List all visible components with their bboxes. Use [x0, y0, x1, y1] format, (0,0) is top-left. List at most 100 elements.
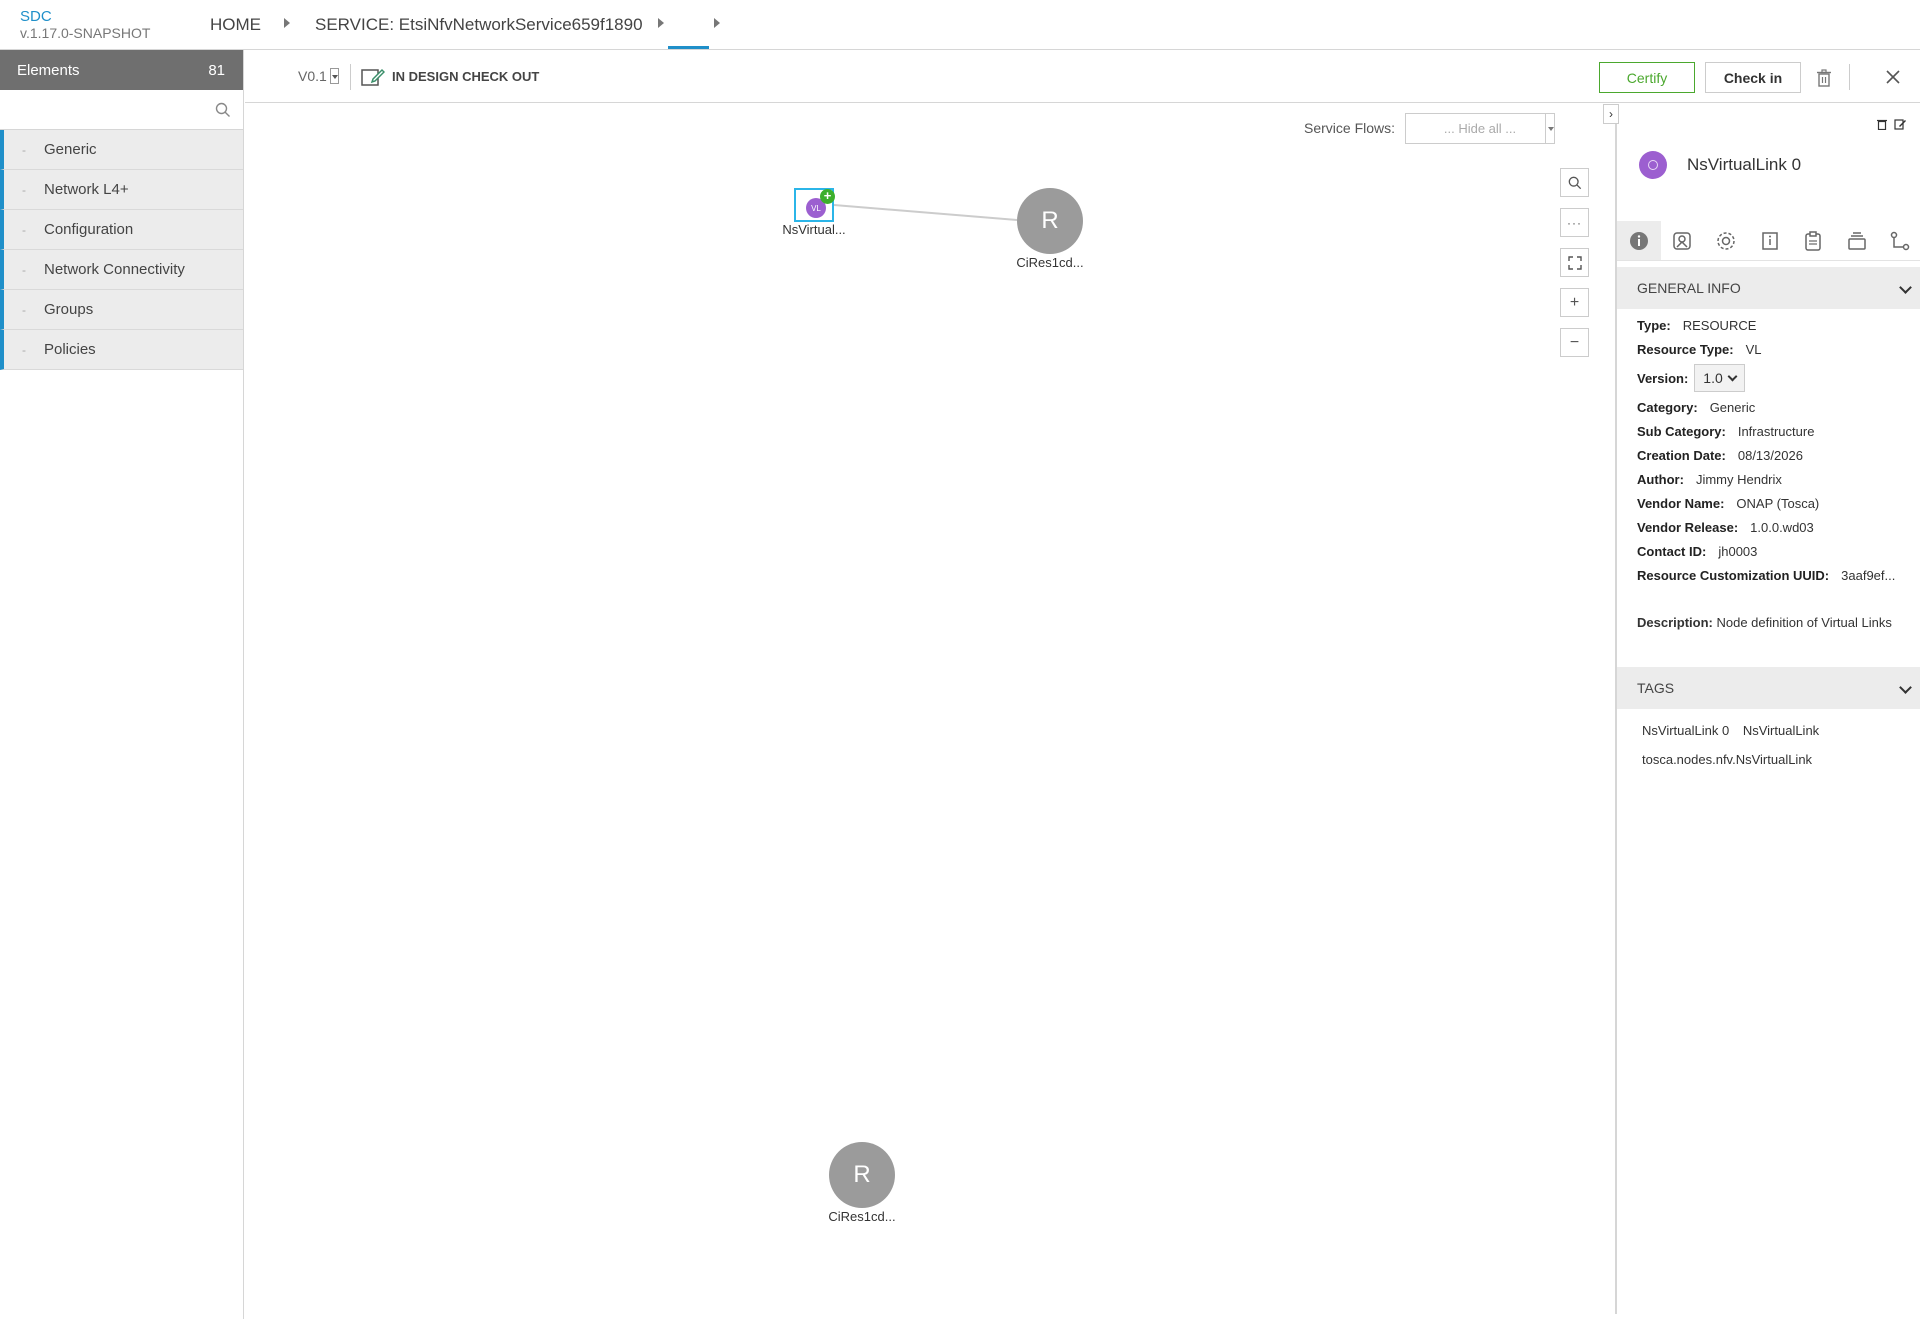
lifecycle-status: IN DESIGN CHECK OUT [392, 69, 540, 84]
palette-header: Elements 81 [0, 50, 243, 90]
info-label: Vendor Name: [1637, 495, 1725, 511]
tab-general-info[interactable] [1617, 221, 1661, 260]
collapse-icon: - [22, 342, 26, 357]
info-label: Type: [1637, 317, 1671, 333]
general-info-section-header[interactable]: GENERAL INFO [1617, 267, 1920, 309]
version-dropdown[interactable]: 1.0 [1694, 364, 1745, 392]
node-label: NsVirtual... [782, 222, 846, 237]
panel-actions [1876, 118, 1906, 130]
palette-search-input[interactable] [0, 90, 243, 129]
breadcrumb-arrow-icon[interactable] [658, 18, 664, 28]
info-row-sub-category: Sub Category: Infrastructure [1637, 419, 1917, 443]
tag-item: NsVirtualLink 0 [1642, 723, 1730, 738]
info-label: Creation Date: [1637, 447, 1726, 463]
breadcrumb-service[interactable]: SERVICE: EtsiNfvNetworkService659f1890 [315, 15, 643, 35]
search-icon[interactable] [215, 102, 231, 118]
info-label: Resource Customization UUID: [1637, 567, 1830, 583]
category-label: Network L4+ [44, 181, 129, 198]
component-title: NsVirtualLink 0 [1687, 155, 1802, 174]
gear-icon [1717, 231, 1735, 250]
palette-category-network-connectivity[interactable]: - Network Connectivity [0, 250, 243, 290]
info-icon [1629, 231, 1648, 250]
dropdown-caret-icon [329, 68, 339, 85]
canvas-toolbar: V0.1 IN DESIGN CHECK OUT Certify Check i… [245, 50, 1920, 103]
node-resource[interactable]: R [829, 1142, 895, 1208]
palette-title: Elements [17, 61, 80, 79]
chevron-down-icon [1899, 281, 1912, 294]
trash-icon[interactable] [1876, 118, 1888, 130]
tag-item: tosca.nodes.nfv.NsVirtualLink [1642, 752, 1813, 767]
connection-layer [833, 204, 1018, 221]
palette-category-generic[interactable]: - Generic [0, 130, 243, 170]
trash-icon[interactable] [1816, 69, 1832, 87]
panel-tabs [1617, 221, 1920, 261]
collapse-icon: - [22, 182, 26, 197]
info-value: Jimmy Hendrix [1695, 471, 1782, 487]
info-row-customization-uuid: Resource Customization UUID: 3aaf9ef... [1637, 563, 1917, 587]
certify-button[interactable]: Certify [1599, 62, 1695, 93]
version-select[interactable]: V0.1 [298, 68, 339, 85]
info-row-resource-type: Resource Type: VL [1637, 337, 1917, 361]
info-row-type: Type: RESOURCE [1637, 313, 1917, 337]
info-value: Generic [1709, 399, 1756, 415]
info-label: Contact ID: [1637, 543, 1707, 559]
breadcrumb-active-indicator [668, 46, 709, 49]
tab-composition[interactable] [1835, 221, 1879, 260]
brand-version: v.1.17.0-SNAPSHOT [20, 25, 151, 41]
general-info: Type: RESOURCE Resource Type: VL Version: … [1637, 313, 1917, 587]
description-text: Node definition of Virtual Links [1716, 615, 1892, 630]
info-label: Vendor Release: [1637, 519, 1739, 535]
version-value: V0.1 [298, 68, 327, 84]
node-nsvirtuallink-selected[interactable]: VL + [794, 188, 835, 222]
info-value: VL [1745, 341, 1762, 357]
add-relation-icon[interactable]: + [820, 189, 835, 204]
info-value: 08/13/2026 [1737, 447, 1803, 463]
tags-section-header[interactable]: TAGS [1617, 667, 1920, 709]
checkin-button[interactable]: Check in [1705, 62, 1801, 93]
description: Description: Node definition of Virtual … [1637, 613, 1897, 632]
tag-item: NsVirtualLink [1742, 723, 1820, 738]
category-label: Configuration [44, 221, 134, 238]
info-row-vendor-release: Vendor Release: 1.0.0.wd03 [1637, 515, 1917, 539]
section-title: TAGS [1637, 680, 1675, 696]
palette-count: 81 [208, 61, 225, 79]
brand[interactable]: SDC v.1.17.0-SNAPSHOT [20, 9, 151, 42]
relations-icon [1891, 231, 1910, 250]
palette-category-network-l4[interactable]: - Network L4+ [0, 170, 243, 210]
chevron-down-icon [1727, 371, 1738, 381]
info-row-creation-date: Creation Date: 08/13/2026 [1637, 443, 1917, 467]
palette-category-policies[interactable]: - Policies [0, 330, 243, 370]
tab-requirements-capabilities[interactable] [1878, 221, 1920, 260]
relation-line[interactable] [833, 204, 1018, 221]
description-label: Description: [1637, 615, 1713, 630]
info-row-contact-id: Contact ID: jh0003 [1637, 539, 1917, 563]
checkout-edit-icon [361, 68, 385, 86]
node-label: CiRes1cd... [828, 1209, 896, 1224]
info-value: Infrastructure [1737, 423, 1815, 439]
category-label: Generic [44, 141, 97, 158]
category-label: Groups [44, 301, 94, 318]
chevron-down-icon [1899, 681, 1912, 694]
edit-icon[interactable] [1894, 118, 1906, 130]
breadcrumb-home[interactable]: HOME [210, 15, 261, 35]
info-label: Version: [1637, 370, 1689, 386]
info-label: Sub Category: [1637, 423, 1726, 439]
toolbar-divider [350, 64, 351, 90]
palette-category-groups[interactable]: - Groups [0, 290, 243, 330]
collapse-icon: - [22, 302, 26, 317]
tab-properties[interactable] [1704, 221, 1748, 260]
collapse-panel-button[interactable]: › [1603, 104, 1619, 124]
collapse-icon: - [22, 262, 26, 277]
info-value: RESOURCE [1682, 317, 1757, 333]
palette-category-configuration[interactable]: - Configuration [0, 210, 243, 250]
tab-information-artifacts[interactable] [1748, 221, 1792, 260]
info-row-category: Category: Generic [1637, 395, 1917, 419]
breadcrumb-arrow-icon[interactable] [714, 18, 720, 28]
node-resource[interactable]: R [1017, 188, 1083, 254]
tab-api[interactable] [1791, 221, 1835, 260]
tab-deployment-artifacts[interactable] [1661, 221, 1705, 260]
close-icon[interactable] [1886, 70, 1900, 84]
category-label: Policies [44, 341, 96, 358]
section-title: GENERAL INFO [1637, 280, 1741, 296]
composition-canvas[interactable]: Service Flows: ... Hide all ... ··· + − … [245, 104, 1615, 1314]
